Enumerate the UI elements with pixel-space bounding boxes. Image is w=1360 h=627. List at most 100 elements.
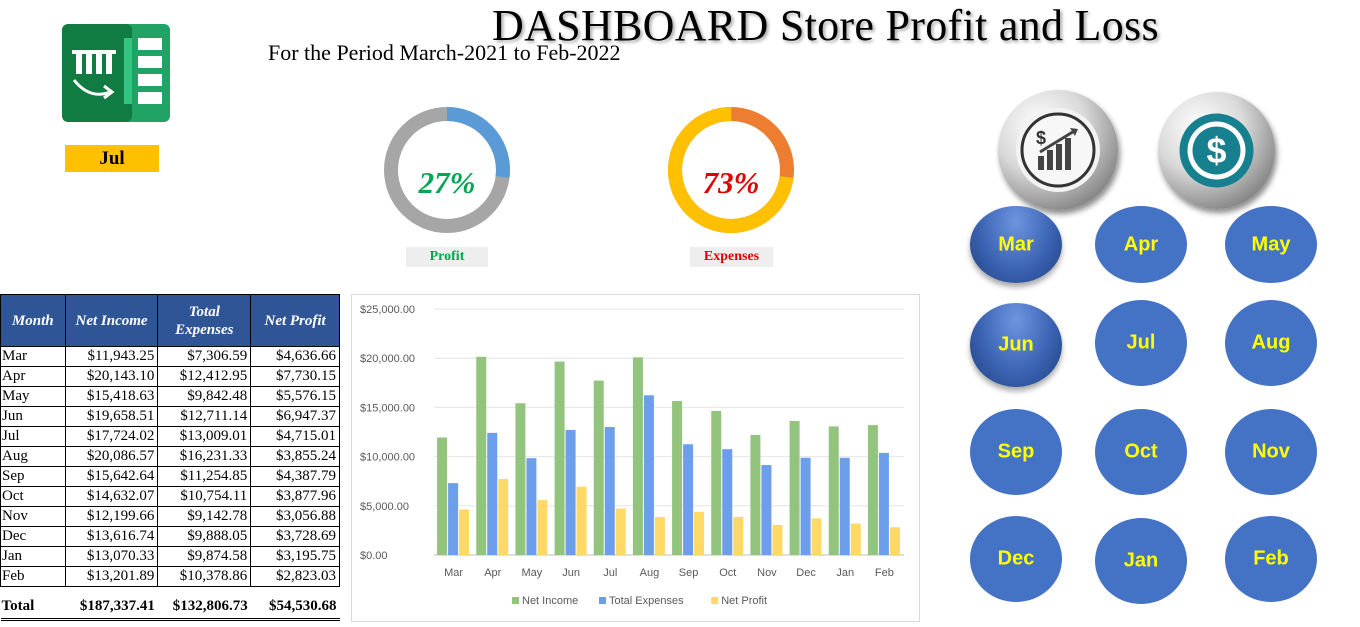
growth-chart-icon: $ xyxy=(1020,112,1096,188)
total-label: Total xyxy=(0,595,66,621)
table-row: Nov $12,199.66 $9,142.78 $3,056.88 xyxy=(0,506,340,527)
legend-swatch xyxy=(512,597,519,604)
x-tick-label: Mar xyxy=(444,567,463,579)
cell-net-profit: $3,728.69 xyxy=(250,526,340,547)
cell-net-profit: $4,387.79 xyxy=(250,466,340,487)
bar-total-expenses xyxy=(643,395,654,555)
y-tick-label: $5,000.00 xyxy=(360,501,409,513)
cell-net-income: $13,070.33 xyxy=(64,546,159,567)
month-button-label: Oct xyxy=(1124,440,1158,463)
table-row: Feb $13,201.89 $10,378.86 $2,823.03 xyxy=(0,566,340,587)
month-button-label: Apr xyxy=(1123,233,1159,255)
month-button-label: Nov xyxy=(1252,440,1290,463)
dollar-icon: $ xyxy=(1179,113,1254,188)
month-button-jan[interactable]: Jan xyxy=(1095,518,1187,604)
month-button-mar[interactable]: Mar xyxy=(970,206,1062,283)
cell-net-profit: $3,056.88 xyxy=(250,506,340,527)
table-row: Oct $14,632.07 $10,754.11 $3,877.96 xyxy=(0,486,340,507)
legend-label: Net Income xyxy=(522,595,578,607)
selected-month-badge: Jul xyxy=(65,145,159,172)
month-button-label: Feb xyxy=(1253,547,1289,570)
cell-total-expenses: $13,009.01 xyxy=(157,426,252,447)
table-row: Jul $17,724.02 $13,009.01 $4,715.01 xyxy=(0,426,340,447)
svg-text:$: $ xyxy=(1206,130,1226,171)
cell-month: Oct xyxy=(0,486,66,507)
x-tick-label: May xyxy=(522,567,543,579)
x-tick-label: Oct xyxy=(719,567,736,579)
column-header-month: Month xyxy=(0,294,66,347)
legend-label: Net Profit xyxy=(721,595,767,607)
bar-net-income xyxy=(437,437,448,555)
cell-total-expenses: $9,874.58 xyxy=(157,546,252,567)
cell-net-profit: $5,576.15 xyxy=(250,386,340,407)
cell-total-expenses: $7,306.59 xyxy=(157,346,252,367)
cell-net-income: $13,201.89 xyxy=(64,566,159,587)
cell-total-expenses: $10,754.11 xyxy=(157,486,252,507)
x-tick-label: Feb xyxy=(875,567,894,579)
bar-net-income xyxy=(554,361,565,555)
cell-total-expenses: $10,378.86 xyxy=(157,566,252,587)
bar-net-profit xyxy=(733,516,744,555)
bar-net-profit xyxy=(811,518,822,555)
table-spacer-row xyxy=(1,587,340,596)
excel-icon xyxy=(62,24,170,122)
cell-total-expenses: $11,254.85 xyxy=(157,466,252,487)
month-button-label: Mar xyxy=(998,233,1034,255)
cell-month: Mar xyxy=(0,346,66,367)
month-button-sep[interactable]: Sep xyxy=(970,409,1062,495)
profit-percent: 27% xyxy=(418,165,476,200)
bar-net-profit xyxy=(615,508,626,555)
bar-total-expenses xyxy=(839,457,850,555)
growth-button[interactable]: $ xyxy=(998,90,1118,210)
x-tick-label: Jul xyxy=(603,567,617,579)
month-button-jul[interactable]: Jul xyxy=(1095,300,1187,386)
cell-net-income: $15,418.63 xyxy=(64,386,159,407)
month-button-apr[interactable]: Apr xyxy=(1095,206,1187,283)
x-tick-label: Sep xyxy=(679,567,699,579)
month-button-feb[interactable]: Feb xyxy=(1225,516,1317,602)
y-tick-label: $15,000.00 xyxy=(360,402,415,414)
month-button-aug[interactable]: Aug xyxy=(1225,300,1317,386)
x-tick-label: Jan xyxy=(836,567,854,579)
cell-net-income: $14,632.07 xyxy=(64,486,159,507)
month-button-oct[interactable]: Oct xyxy=(1095,409,1187,495)
bar-net-income xyxy=(672,401,683,555)
month-button-may[interactable]: May xyxy=(1225,206,1317,283)
cell-total-expenses: $9,142.78 xyxy=(157,506,252,527)
column-header-net-income: Net Income xyxy=(64,294,159,347)
cell-month: May xyxy=(0,386,66,407)
bar-net-income xyxy=(789,421,800,555)
dollar-button[interactable]: $ xyxy=(1158,92,1275,209)
bar-net-profit xyxy=(889,527,900,555)
cell-total-expenses: $16,231.33 xyxy=(157,446,252,467)
legend-label: Total Expenses xyxy=(609,595,684,607)
profit-label: Profit xyxy=(406,247,488,267)
cell-total-expenses: $12,412.95 xyxy=(157,366,252,387)
cell-month: Jul xyxy=(0,426,66,447)
cell-net-income: $20,086.57 xyxy=(64,446,159,467)
cell-net-profit: $4,636.66 xyxy=(250,346,340,367)
bar-net-profit xyxy=(498,478,509,555)
month-button-label: Jan xyxy=(1123,549,1159,572)
cell-month: Aug xyxy=(0,446,66,467)
month-button-dec[interactable]: Dec xyxy=(970,516,1062,602)
expenses-label: Expenses xyxy=(690,247,773,267)
table-total-row: Total $187,337.41 $132,806.73 $54,530.68 xyxy=(0,595,340,621)
svg-text:$: $ xyxy=(1036,128,1046,148)
table-row: Dec $13,616.74 $9,888.05 $3,728.69 xyxy=(0,526,340,547)
bar-net-profit xyxy=(772,524,783,555)
cell-net-income: $17,724.02 xyxy=(64,426,159,447)
cell-net-income: $11,943.25 xyxy=(64,346,159,367)
bar-net-income xyxy=(711,411,722,555)
month-button-jun[interactable]: Jun xyxy=(970,303,1062,387)
cell-net-profit: $2,823.03 xyxy=(250,566,340,587)
cell-net-income: $20,143.10 xyxy=(64,366,159,387)
bar-total-expenses xyxy=(683,444,694,555)
bar-net-profit xyxy=(537,500,548,555)
column-header-total-expenses: Total Expenses xyxy=(157,294,252,347)
bar-net-income xyxy=(476,356,487,555)
month-button-nov[interactable]: Nov xyxy=(1225,409,1317,495)
x-tick-label: Nov xyxy=(757,567,777,579)
cell-month: Jun xyxy=(0,406,66,427)
table-row: Sep $15,642.64 $11,254.85 $4,387.79 xyxy=(0,466,340,487)
